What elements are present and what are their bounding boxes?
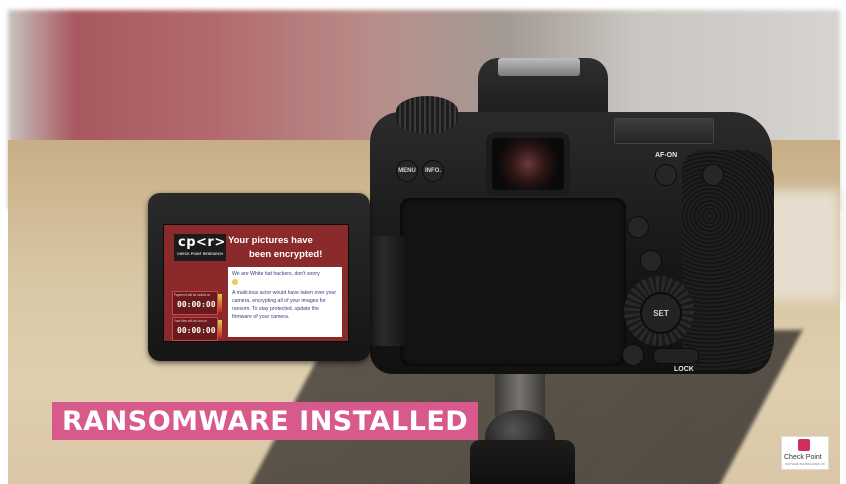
ransom-screen: cp<r> CHECK POINT RESEARCH Your pictures… (163, 224, 349, 342)
top-lcd-panel (614, 118, 714, 144)
info-button: INFO. (422, 160, 444, 182)
tripod-base (470, 440, 575, 484)
lock-label: LOCK (674, 366, 694, 373)
playback-button (640, 250, 662, 272)
check-point-watermark: Check Point SOFTWARE TECHNOLOGIES LTD. (781, 436, 829, 470)
af-on-button (655, 164, 677, 186)
files-lost-timer: Your files will be lost on 00:00:00 (172, 317, 222, 341)
menu-button: MENU (396, 160, 418, 182)
check-point-research-logo: cp<r> CHECK POINT RESEARCH (174, 234, 226, 261)
viewfinder (486, 132, 570, 196)
camera-hotshoe (498, 58, 580, 76)
set-button: SET (640, 292, 682, 334)
camera-grip (682, 150, 774, 370)
caption-banner: RANSOMWARE INSTALLED (52, 402, 479, 440)
af-on-label: AF-ON (655, 152, 678, 159)
ae-lock-button (702, 164, 724, 186)
screen-cavity (400, 198, 626, 366)
trash-icon (622, 344, 644, 366)
mode-dial (396, 96, 458, 134)
smiley-icon (232, 278, 238, 285)
payment-timer: Payment will be raised on 00:00:00 (172, 291, 222, 315)
ransom-message: We are White hat hackers, don't worry A … (228, 267, 342, 337)
check-point-logo-icon (798, 439, 810, 451)
timer-bar (218, 320, 222, 338)
lock-lever (653, 348, 699, 364)
ransom-title: Your pictures have been encrypted! (228, 235, 323, 260)
timer-bar (218, 294, 222, 312)
live-view-button (627, 216, 649, 238)
video-frame: MENU INFO. AF-ON SET LOCK cp<r> CHECK PO… (0, 0, 846, 484)
